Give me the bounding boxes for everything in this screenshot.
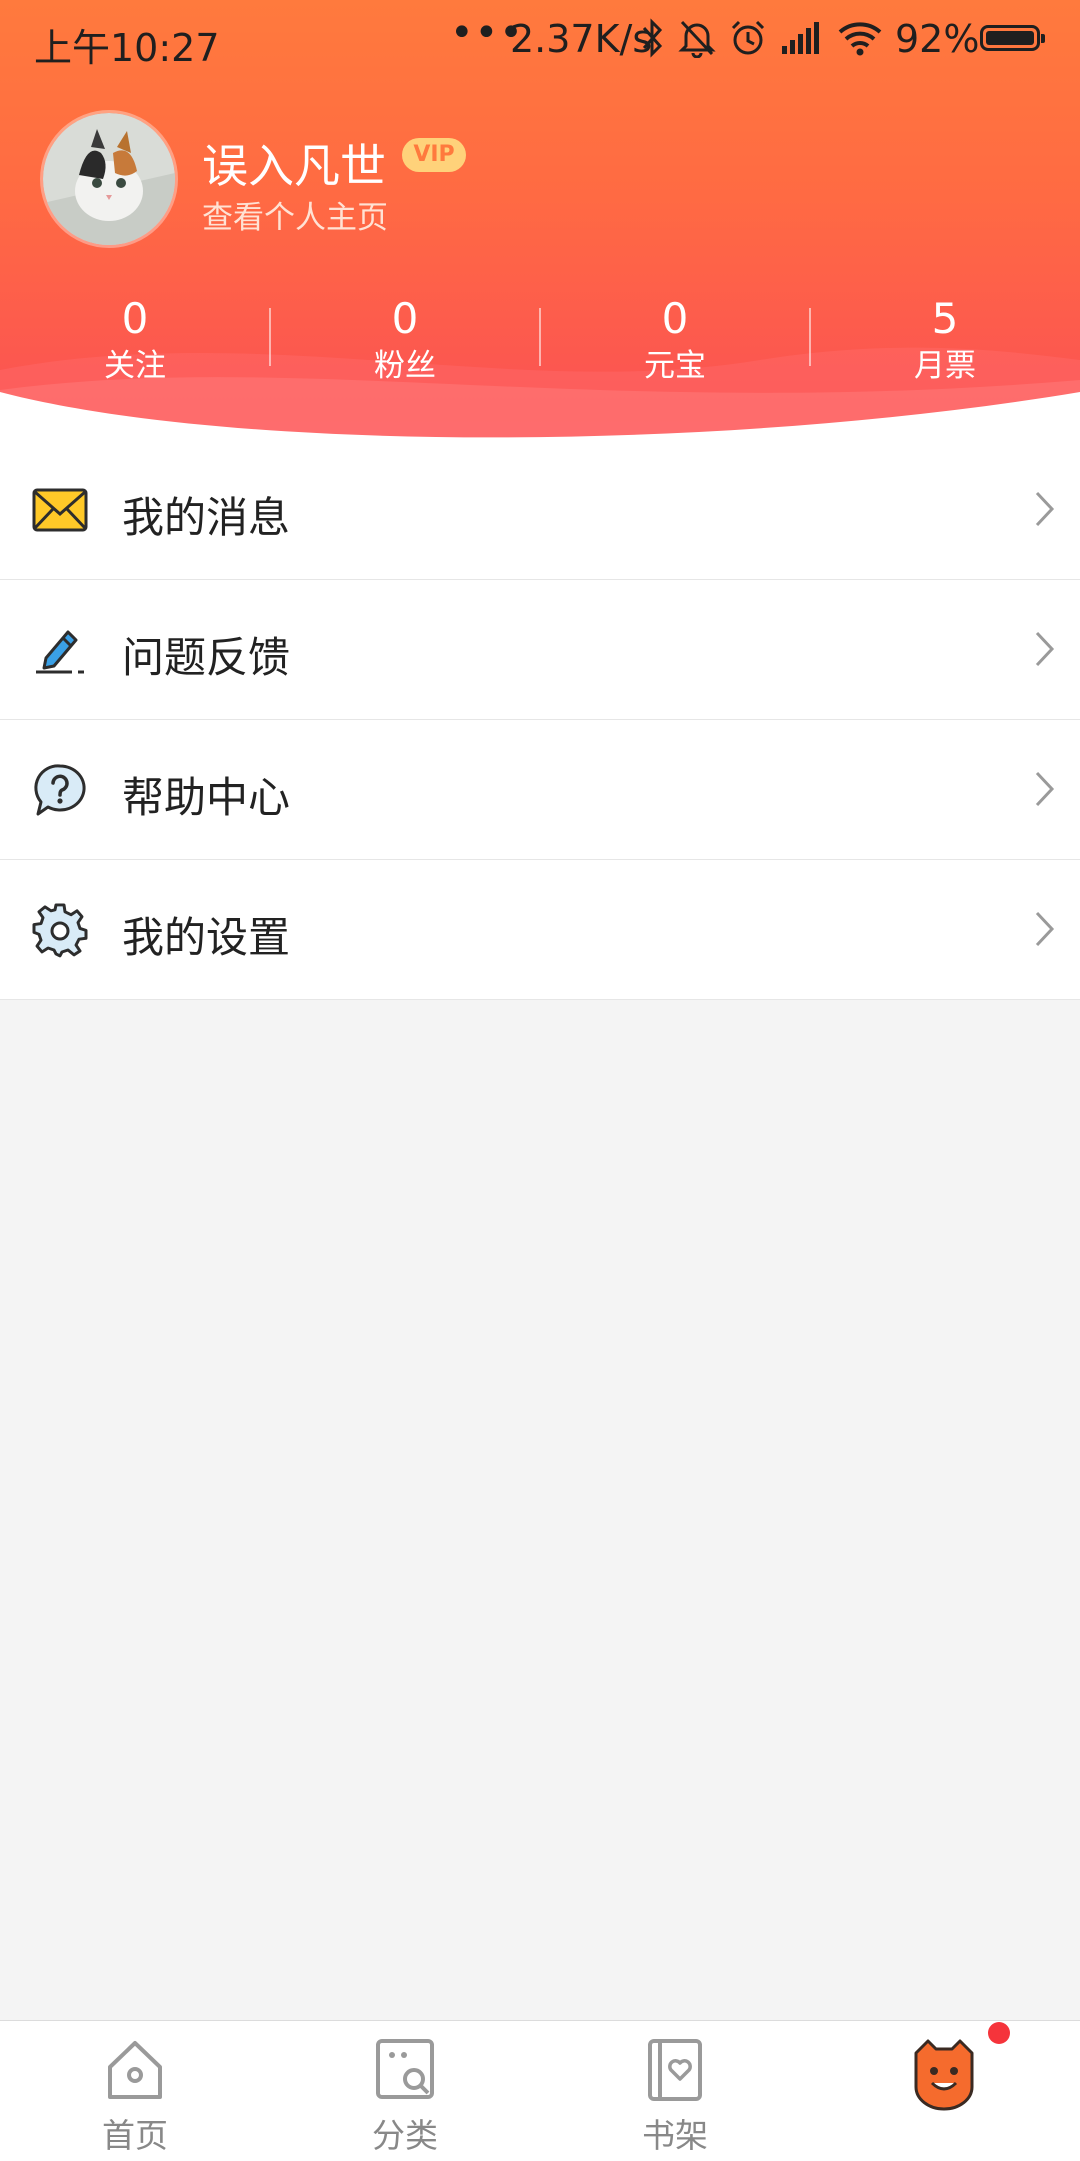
stat-label: 元宝 [644,348,706,384]
stat-label: 粉丝 [374,348,436,384]
profile-header: 上午10:27 ••• 2.37K/s 92% 误入凡世 VIP 查看个人主页 … [0,0,1080,440]
chevron-right-icon [1035,771,1055,807]
menu-item-label: 我的消息 [122,493,291,542]
stat-value: 0 [391,294,419,343]
stats-row: 0 关注 0 粉丝 0 元宝 5 月票 [0,296,1080,396]
help-bubble-icon [34,764,86,816]
menu-list: 我的消息 问题反馈 帮助中心 我的设置 [0,440,1080,1000]
status-net-speed: 2.37K/s [510,17,653,61]
menu-item-label: 问题反馈 [122,633,291,682]
nav-profile[interactable] [810,2021,1080,2161]
bookshelf-icon [648,2039,702,2101]
bottom-nav: 首页 分类 书架 [0,2020,1080,2161]
mute-bell-icon [678,20,716,58]
vip-badge: VIP [402,138,466,172]
stat-label: 月票 [914,348,976,384]
nav-label: 分类 [372,2116,438,2155]
mascot-face-icon [914,2039,974,2111]
avatar[interactable] [40,110,178,248]
home-icon [108,2041,162,2099]
battery-icon [980,25,1045,51]
stat-value: 0 [661,294,689,343]
nav-bookshelf[interactable]: 书架 [540,2021,810,2161]
nav-category[interactable]: 分类 [270,2021,540,2161]
menu-item-feedback[interactable]: 问题反馈 [0,580,1080,720]
stat-monthly-ticket[interactable]: 5 月票 [810,296,1080,388]
stat-value: 5 [931,294,959,343]
notification-dot [988,2022,1010,2044]
wifi-icon [838,22,882,56]
menu-item-label: 我的设置 [122,913,291,962]
pencil-icon [36,630,84,674]
username[interactable]: 误入凡世 [202,130,386,196]
alarm-icon [731,20,765,55]
chevron-right-icon [1035,491,1055,527]
status-time: 上午10:27 [34,26,220,70]
menu-item-settings[interactable]: 我的设置 [0,860,1080,1000]
category-icon [376,2039,434,2099]
stat-following[interactable]: 0 关注 [0,296,270,388]
menu-item-help[interactable]: 帮助中心 [0,720,1080,860]
signal-icon [782,22,819,54]
gear-icon [32,903,88,958]
stat-fans[interactable]: 0 粉丝 [270,296,540,388]
bluetooth-icon [642,18,663,58]
view-profile-link[interactable]: 查看个人主页 [202,192,388,237]
stat-label: 关注 [104,348,166,384]
stat-value: 0 [121,294,149,343]
menu-item-messages[interactable]: 我的消息 [0,440,1080,580]
status-battery-percent: 92% [895,17,980,61]
nav-home[interactable]: 首页 [0,2021,270,2161]
stat-yuanbao[interactable]: 0 元宝 [540,296,810,388]
chevron-right-icon [1035,631,1055,667]
menu-item-label: 帮助中心 [122,773,291,822]
avatar-cat-image [43,113,175,245]
envelope-icon [32,488,88,532]
status-bar: 上午10:27 ••• 2.37K/s 92% [0,0,1080,80]
nav-label: 书架 [642,2116,708,2155]
chevron-right-icon [1035,911,1055,947]
nav-label: 首页 [102,2116,168,2155]
